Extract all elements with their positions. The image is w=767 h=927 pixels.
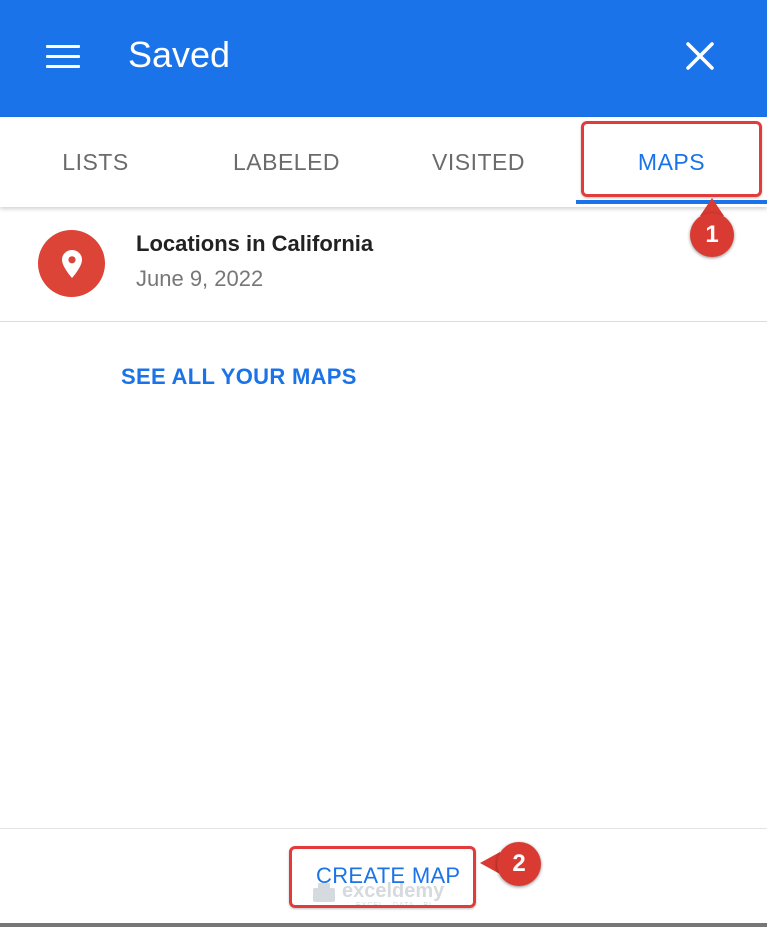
- menu-icon[interactable]: [46, 36, 90, 76]
- app-header: Saved: [0, 0, 767, 117]
- map-date: June 9, 2022: [136, 266, 264, 291]
- map-pin-icon: [38, 230, 105, 297]
- step-badge-2: 2: [497, 842, 541, 886]
- close-icon[interactable]: [680, 36, 720, 76]
- map-title: Locations in California: [136, 231, 374, 256]
- bottom-border: [0, 923, 767, 927]
- tab-lists[interactable]: LISTS: [0, 117, 191, 207]
- divider: [0, 321, 767, 322]
- highlight-box-create-map: [289, 846, 476, 908]
- highlight-box-maps-tab: [581, 121, 762, 197]
- tab-labeled[interactable]: LABELED: [191, 117, 382, 207]
- see-all-maps-link[interactable]: SEE ALL YOUR MAPS: [121, 364, 357, 390]
- map-list-item[interactable]: Locations in California June 9, 2022: [0, 207, 767, 321]
- step-badge-1: 1: [690, 213, 734, 257]
- page-title: Saved: [128, 34, 231, 75]
- active-tab-indicator: [576, 200, 767, 204]
- saved-panel: Saved LISTS LABELED VISITED MAPS Locatio…: [0, 0, 767, 927]
- tab-visited[interactable]: VISITED: [383, 117, 574, 207]
